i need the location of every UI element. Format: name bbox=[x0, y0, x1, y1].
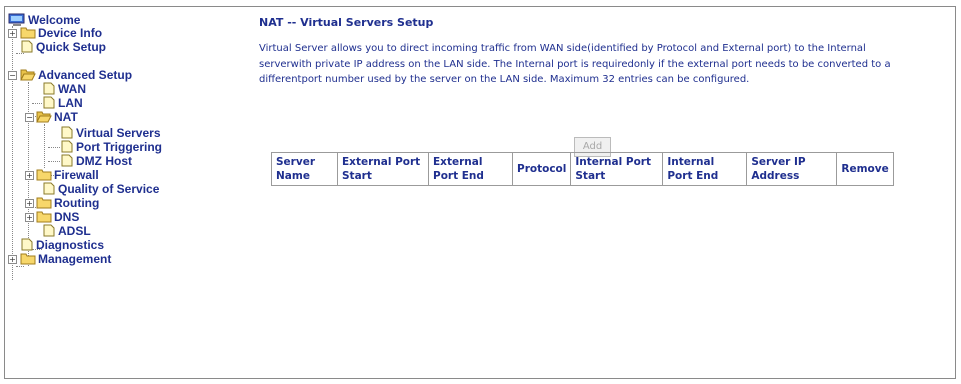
tree-line bbox=[48, 161, 60, 162]
expand-routing-icon[interactable]: + bbox=[25, 199, 34, 208]
nav-firewall[interactable]: Firewall bbox=[36, 168, 99, 182]
nav-routing[interactable]: Routing bbox=[36, 196, 99, 210]
page-icon bbox=[21, 40, 33, 53]
folder-open-icon bbox=[36, 111, 52, 123]
folder-icon bbox=[20, 27, 36, 39]
folder-icon bbox=[36, 169, 52, 181]
nav-port-triggering[interactable]: Port Triggering bbox=[60, 140, 162, 154]
column-header: Server Name bbox=[271, 152, 338, 186]
expand-device-info-icon[interactable]: + bbox=[8, 29, 17, 38]
nav-wan[interactable]: WAN bbox=[42, 82, 86, 96]
page-icon bbox=[61, 154, 73, 167]
column-header: Server IP Address bbox=[746, 152, 838, 186]
page-icon bbox=[61, 140, 73, 153]
folder-icon bbox=[36, 211, 52, 223]
nav-dmz-host[interactable]: DMZ Host bbox=[60, 154, 132, 168]
column-header: Internal Port End bbox=[662, 152, 748, 186]
tree-line bbox=[16, 266, 24, 267]
column-header: Protocol bbox=[511, 152, 572, 186]
page-icon bbox=[43, 224, 55, 237]
page-icon bbox=[43, 96, 55, 109]
virtual-servers-table: Server Name External Port Start External… bbox=[271, 152, 895, 186]
nav-adsl[interactable]: ADSL bbox=[42, 224, 91, 238]
tree-line bbox=[44, 124, 45, 168]
nav-dns[interactable]: DNS bbox=[36, 210, 79, 224]
expand-management-icon[interactable]: + bbox=[8, 255, 17, 264]
nav-management[interactable]: Management bbox=[20, 252, 111, 266]
page-description: Virtual Server allows you to direct inco… bbox=[259, 43, 891, 85]
column-header: External Port Start bbox=[337, 152, 429, 186]
nav-device-info[interactable]: Device Info bbox=[20, 26, 102, 40]
folder-open-icon bbox=[20, 69, 36, 81]
tree-line bbox=[48, 147, 60, 148]
table-header-row: Server Name External Port Start External… bbox=[271, 152, 895, 186]
page-icon bbox=[43, 82, 55, 95]
column-header: External Port End bbox=[428, 152, 513, 186]
tree-line bbox=[12, 26, 13, 280]
page-icon bbox=[61, 126, 73, 139]
nav-quick-setup[interactable]: Quick Setup bbox=[20, 40, 106, 54]
expand-firewall-icon[interactable]: + bbox=[25, 171, 34, 180]
folder-icon bbox=[36, 197, 52, 209]
page-icon bbox=[43, 182, 55, 195]
nav-diagnostics[interactable]: Diagnostics bbox=[20, 238, 104, 252]
nav-tree: Welcome + Device Info Quick Setup − Adva… bbox=[8, 12, 238, 372]
column-header: Remove bbox=[836, 152, 895, 186]
nav-virtual-servers[interactable]: Virtual Servers bbox=[60, 126, 161, 140]
column-header: Internal Port Start bbox=[570, 152, 664, 186]
nav-quality-of-service[interactable]: Quality of Service bbox=[42, 182, 159, 196]
nav-welcome[interactable]: Welcome bbox=[8, 13, 80, 27]
expand-dns-icon[interactable]: + bbox=[25, 213, 34, 222]
page-title: NAT -- Virtual Servers Setup bbox=[259, 16, 434, 29]
collapse-advanced-setup-icon[interactable]: − bbox=[8, 71, 17, 80]
nav-nat[interactable]: NAT bbox=[36, 110, 78, 124]
nav-advanced-setup[interactable]: Advanced Setup bbox=[20, 68, 132, 82]
computer-icon bbox=[8, 13, 25, 26]
tree-line bbox=[32, 103, 42, 104]
page-icon bbox=[21, 238, 33, 251]
nav-lan[interactable]: LAN bbox=[42, 96, 83, 110]
main-content: NAT -- Virtual Servers Setup Virtual Ser… bbox=[259, 16, 939, 186]
folder-icon bbox=[20, 253, 36, 265]
collapse-nat-icon[interactable]: − bbox=[25, 113, 34, 122]
